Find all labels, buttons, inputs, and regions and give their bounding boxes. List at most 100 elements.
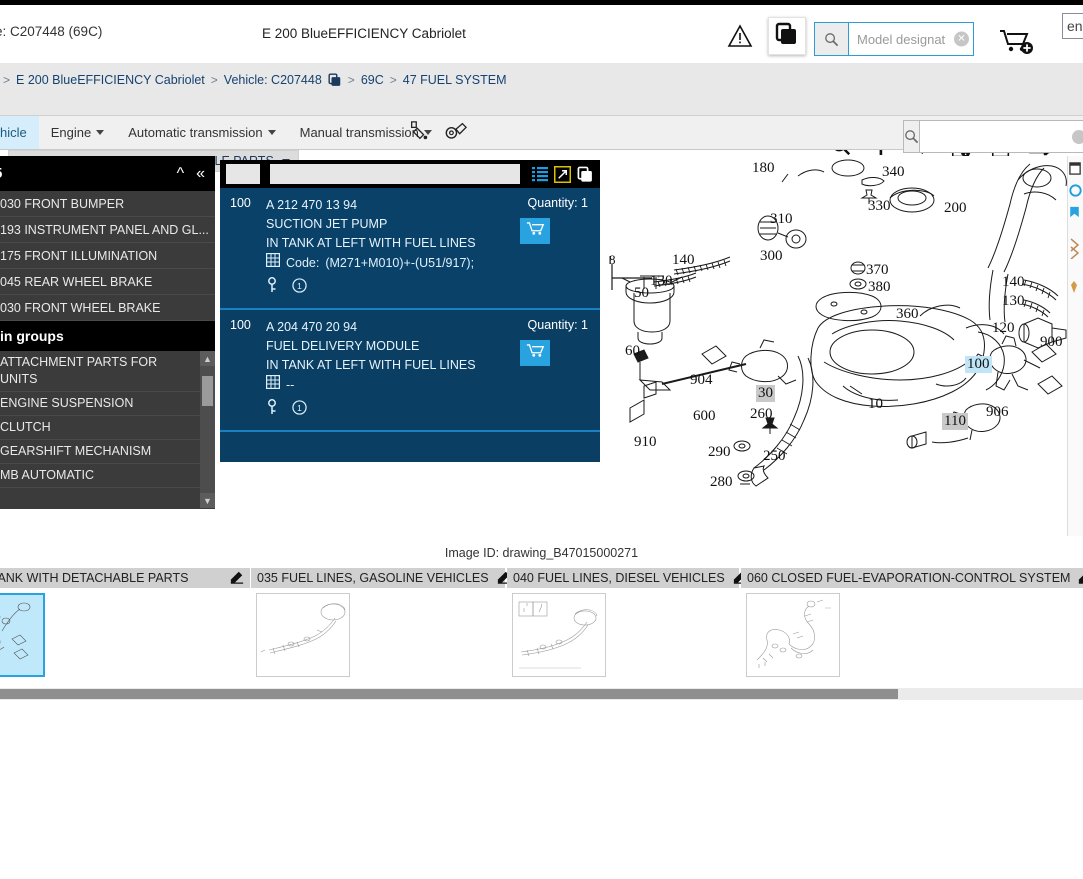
triangle-down-icon[interactable]: ▼	[200, 493, 215, 508]
parts-filter-box[interactable]	[226, 164, 260, 184]
callout-60[interactable]: 60	[625, 343, 640, 360]
sidebar-scrollbar[interactable]: ▲ ▼	[200, 351, 215, 508]
part-row-suction-jet-pump[interactable]: 100 A 212 470 13 94 SUCTION JET PUMP IN …	[220, 188, 600, 310]
callout-8[interactable]: 8	[609, 252, 616, 268]
thumbnail-title-bar[interactable]: FUEL TANK WITH DETACHABLE PARTS	[0, 568, 250, 588]
document-icon[interactable]	[1069, 162, 1083, 178]
search-icon	[815, 23, 849, 55]
callout-50[interactable]: 50	[634, 285, 649, 302]
callout-300[interactable]: 300	[760, 248, 783, 265]
add-to-cart-button[interactable]	[520, 218, 550, 244]
parts-search-box[interactable]	[903, 120, 1083, 153]
thumbnail-image[interactable]	[746, 593, 840, 677]
thumbnail-image[interactable]	[0, 593, 45, 677]
warning-triangle-icon[interactable]	[718, 14, 762, 58]
callout-140-left[interactable]: 140	[672, 252, 695, 269]
breadcrumb-item-vehicle[interactable]: Vehicle: C207448	[224, 73, 322, 87]
callout-380[interactable]: 380	[868, 279, 891, 296]
list-view-icon[interactable]	[532, 166, 548, 182]
tab-automatic-transmission[interactable]: Automatic transmission	[116, 116, 287, 149]
parts-search-input[interactable]	[920, 121, 1083, 152]
scrollbar-thumb[interactable]	[202, 376, 213, 406]
sidebar-item-rear-wheel-brake[interactable]: 045 REAR WHEEL BRAKE	[0, 269, 215, 295]
sidebar-item-gearshift-mechanism[interactable]: GEARSHIFT MECHANISM	[0, 440, 215, 464]
pen-icon[interactable]	[1069, 280, 1083, 297]
model-search-box[interactable]: ✕	[814, 22, 974, 56]
search-icon	[904, 121, 920, 152]
callout-906[interactable]: 906	[986, 404, 1009, 421]
callout-370[interactable]: 370	[866, 262, 889, 279]
circle-icon[interactable]	[1069, 184, 1083, 200]
breadcrumb-item-code[interactable]: 69C	[361, 73, 384, 87]
callout-310[interactable]: 310	[770, 211, 793, 228]
sidebar-item-mb-automatic[interactable]: MB AUTOMATIC	[0, 464, 215, 488]
callout-120[interactable]: 120	[992, 320, 1015, 337]
paint-code-icon[interactable]	[408, 120, 430, 147]
tab-vehicle[interactable]: hicle	[0, 116, 39, 149]
thumbnail-group-fuel-tank: FUEL TANK WITH DETACHABLE PARTS	[0, 568, 250, 677]
thumbnail-image[interactable]	[512, 593, 606, 677]
key-icon[interactable]	[266, 277, 280, 298]
callout-910[interactable]: 910	[634, 434, 657, 451]
language-indicator[interactable]: en	[1062, 13, 1083, 39]
triangle-up-icon[interactable]: ▲	[200, 351, 215, 366]
copy-button[interactable]	[768, 17, 806, 55]
callout-130-right[interactable]: 130	[1002, 293, 1025, 310]
scrollbar-thumb[interactable]	[0, 689, 898, 699]
callout-290[interactable]: 290	[708, 444, 731, 461]
sidebar-item-attachment-parts[interactable]: ATTACHMENT PARTS FOR UNITS	[0, 351, 215, 392]
thumbnail-title-bar[interactable]: 040 FUEL LINES, DIESEL VEHICLES	[507, 568, 746, 588]
callout-30[interactable]: 30	[756, 385, 775, 402]
callout-110[interactable]: 110	[942, 413, 968, 430]
callout-600[interactable]: 600	[693, 408, 716, 425]
cart-add-icon[interactable]	[998, 27, 1034, 62]
add-to-cart-button[interactable]	[520, 340, 550, 366]
callout-100[interactable]: 100	[965, 356, 992, 373]
arrow-icon[interactable]	[1069, 237, 1083, 262]
thumbnail-title-bar[interactable]: 035 FUEL LINES, GASOLINE VEHICLES	[251, 568, 510, 588]
callout-10[interactable]: 10	[868, 396, 883, 413]
callout-904[interactable]: 904	[690, 372, 713, 389]
callout-180[interactable]: 180	[752, 160, 775, 177]
edit-icon[interactable]	[230, 570, 244, 587]
clear-x-icon[interactable]	[1072, 129, 1083, 144]
edit-icon[interactable]	[1078, 570, 1083, 587]
key-icon[interactable]	[266, 399, 280, 420]
horizontal-scrollbar[interactable]	[0, 688, 1083, 700]
callout-140-right[interactable]: 140	[1002, 274, 1025, 291]
sidebar-item-clutch[interactable]: CLUTCH	[0, 416, 215, 440]
callout-340[interactable]: 340	[882, 164, 905, 181]
tab-engine[interactable]: Engine	[39, 116, 116, 149]
thumbnail-title-bar[interactable]: 060 CLOSED FUEL-EVAPORATION-CONTROL SYST…	[741, 568, 1083, 588]
callout-260[interactable]: 260	[750, 406, 773, 423]
part-row-fuel-delivery-module[interactable]: 100 A 204 470 20 94 FUEL DELIVERY MODULE…	[220, 310, 600, 432]
sidebar-item-instrument-panel[interactable]: 193 INSTRUMENT PANEL AND GL...	[0, 217, 215, 243]
callout-250[interactable]: 250	[763, 448, 786, 465]
note-1-icon[interactable]: 1	[292, 399, 307, 420]
thumbnail-image[interactable]	[256, 593, 350, 677]
copy-icon[interactable]	[577, 166, 594, 183]
sidebar-item-front-illumination[interactable]: 175 FRONT ILLUMINATION	[0, 243, 215, 269]
sidebar-item-engine-suspension[interactable]: ENGINE SUSPENSION	[0, 392, 215, 416]
parts-diagram[interactable]: 180 340 330 200 310 140 130 300 370 380 …	[600, 156, 1067, 536]
breadcrumb-item-group[interactable]: 47 FUEL SYSTEM	[403, 73, 507, 87]
sidebar-item-front-bumper[interactable]: 030 FRONT BUMPER	[0, 191, 215, 217]
bookmark-icon[interactable]	[1069, 206, 1083, 221]
callout-330[interactable]: 330	[868, 198, 891, 215]
callout-200[interactable]: 200	[944, 200, 967, 217]
right-tool-rail[interactable]	[1067, 156, 1083, 536]
callout-900[interactable]: 900	[1040, 334, 1063, 351]
double-chevron-left-icon[interactable]: «	[196, 165, 205, 183]
chevron-up-icon[interactable]: ^	[177, 165, 185, 183]
callout-280[interactable]: 280	[710, 474, 733, 491]
note-1-icon[interactable]: 1	[292, 277, 307, 298]
expand-icon[interactable]	[554, 165, 571, 183]
copy-icon[interactable]	[328, 73, 342, 87]
callout-130-left[interactable]: 130	[650, 273, 673, 290]
sidebar-item-front-wheel-brake[interactable]: 030 FRONT WHEEL BRAKE	[0, 295, 215, 321]
tire-wheel-icon[interactable]	[444, 120, 468, 147]
parts-filter-input[interactable]	[270, 164, 520, 184]
callout-360[interactable]: 360	[896, 306, 919, 323]
breadcrumb-item-model[interactable]: E 200 BlueEFFICIENCY Cabriolet	[16, 73, 205, 87]
clear-x-icon[interactable]: ✕	[954, 31, 969, 47]
